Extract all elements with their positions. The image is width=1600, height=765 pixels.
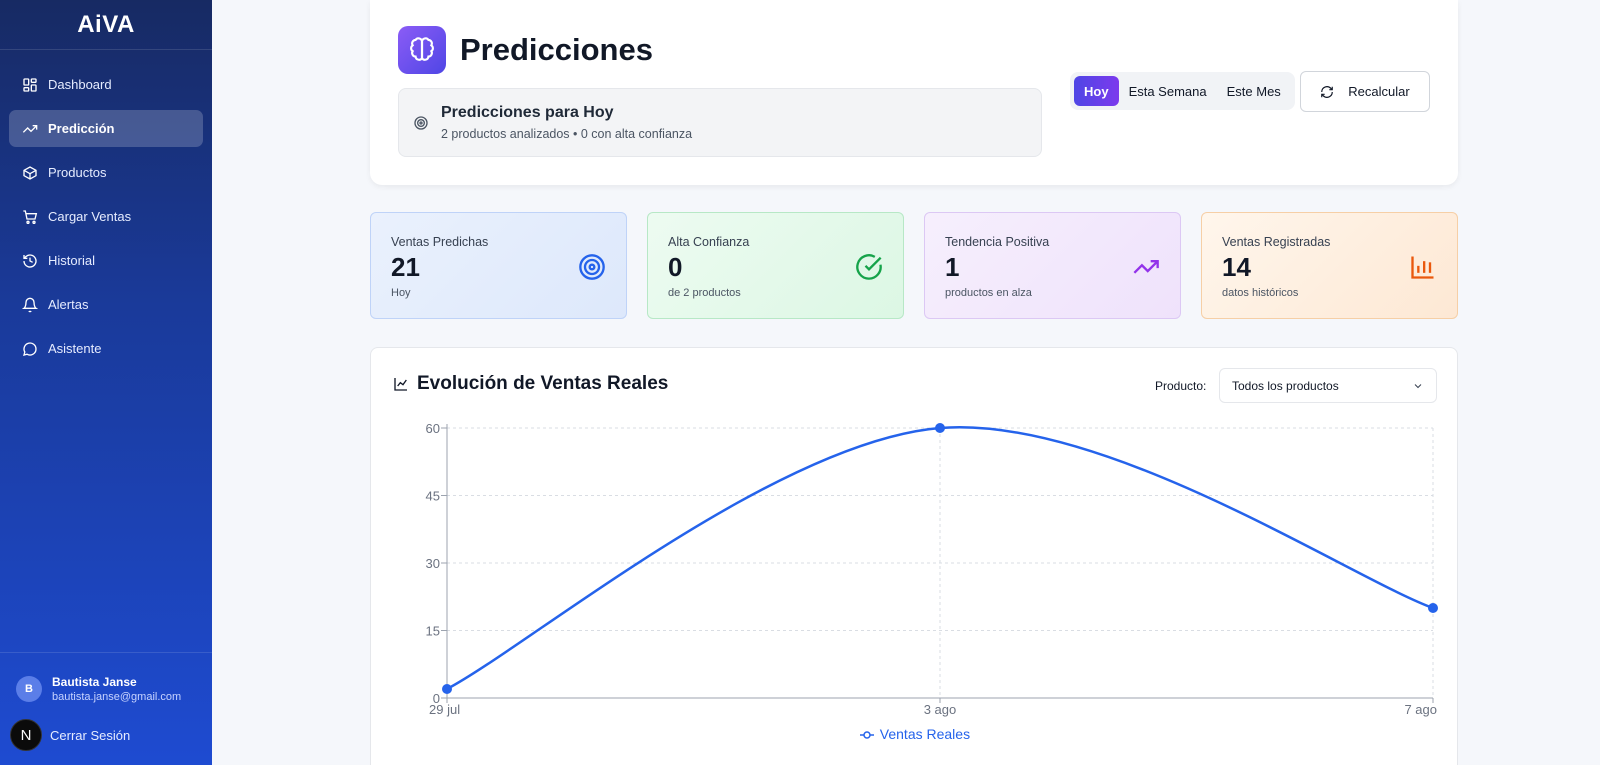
trending-up-icon (22, 124, 38, 133)
target-icon (414, 115, 428, 130)
stat-sub: productos en alza (945, 287, 1032, 299)
prediction-summary: Predicciones para Hoy 2 productos analiz… (398, 88, 1042, 157)
user-profile[interactable]: B Bautista Janse bautista.janse@gmail.co… (0, 673, 212, 705)
sidebar-item-asistente[interactable]: Asistente (9, 330, 203, 367)
sidebar-item-productos[interactable]: Productos (9, 154, 203, 191)
brain-icon (398, 26, 446, 74)
chart-legend[interactable]: Ventas Reales (371, 726, 1459, 742)
period-week-button[interactable]: Esta Semana (1119, 76, 1217, 106)
sidebar: AiVA Dashboard Predicción Productos Carg… (0, 0, 212, 765)
stat-label: Ventas Registradas (1222, 235, 1331, 249)
trending-up-icon (1133, 260, 1159, 274)
period-selector: Hoy Esta Semana Este Mes (1070, 72, 1295, 110)
stat-card-high-confidence: Alta Confianza 0 de 2 productos (647, 212, 904, 319)
x-tick-label: 29 jul (429, 702, 460, 717)
stat-value: 21 (391, 252, 420, 282)
sidebar-item-label: Dashboard (48, 77, 112, 92)
stat-label: Tendencia Positiva (945, 235, 1050, 249)
history-icon (23, 253, 37, 268)
product-select-value: Todos los productos (1232, 378, 1339, 393)
chevron-down-icon (1414, 383, 1422, 388)
y-tick-label: 60 (426, 421, 440, 436)
logout-button[interactable]: N Cerrar Sesión (0, 705, 212, 765)
summary-title: Predicciones para Hoy (441, 104, 614, 121)
user-email: bautista.janse@gmail.com (52, 691, 182, 703)
legend-line-icon (859, 731, 874, 740)
y-tick-label: 15 (426, 624, 440, 639)
refresh-icon (1321, 85, 1334, 98)
product-select[interactable]: Todos los productos (1219, 368, 1437, 403)
sidebar-item-alertas[interactable]: Alertas (9, 286, 203, 323)
stat-sub: datos históricos (1222, 287, 1299, 299)
header-card: Predicciones Predicciones para Hoy 2 pro… (370, 0, 1458, 185)
bell-icon (22, 297, 38, 312)
sidebar-footer: B Bautista Janse bautista.janse@gmail.co… (0, 652, 212, 765)
target-icon (579, 254, 605, 280)
data-point (1428, 603, 1438, 613)
sidebar-item-dashboard[interactable]: Dashboard (9, 66, 203, 103)
avatar: B (16, 676, 42, 702)
stat-label: Alta Confianza (668, 235, 750, 249)
stat-card-predicted-sales: Ventas Predichas 21 Hoy (370, 212, 627, 319)
page-title: Predicciones (460, 32, 653, 67)
stat-card-registered-sales: Ventas Registradas 14 datos históricos (1201, 212, 1458, 319)
y-tick-label: 30 (426, 556, 440, 571)
period-today-button[interactable]: Hoy (1074, 76, 1119, 106)
x-tick-label: 7 ago (1404, 702, 1437, 717)
user-name: Bautista Janse (52, 675, 137, 689)
cart-icon (23, 209, 38, 224)
sidebar-item-label: Productos (48, 165, 107, 180)
n-logo-icon: N (10, 719, 42, 751)
product-filter-label: Producto: (1155, 379, 1207, 393)
sidebar-nav: Dashboard Predicción Productos Cargar Ve… (0, 50, 212, 367)
sidebar-item-label: Predicción (48, 121, 115, 136)
stat-card-positive-trend: Tendencia Positiva 1 productos en alza (924, 212, 1181, 319)
line-chart-icon (394, 378, 407, 391)
logout-label: Cerrar Sesión (50, 727, 131, 743)
sidebar-item-label: Asistente (48, 341, 102, 356)
dashboard-icon (23, 77, 37, 92)
chart-title: Evolución de Ventas Reales (417, 373, 669, 394)
stat-value: 1 (945, 252, 960, 282)
sidebar-item-historial[interactable]: Historial (9, 242, 203, 279)
period-month-button[interactable]: Este Mes (1217, 76, 1291, 106)
stat-sub: Hoy (391, 287, 411, 299)
sales-line-chart: 01530456029 jul 3 ago 7 ago (426, 421, 1438, 717)
check-circle-icon (856, 254, 882, 280)
data-point (935, 423, 945, 433)
bar-chart-icon (1411, 256, 1434, 279)
chart-header: Evolución de Ventas Reales (393, 373, 668, 395)
legend-label: Ventas Reales (879, 726, 971, 742)
sidebar-item-prediccion[interactable]: Predicción (9, 110, 203, 147)
chart-card: Evolución de Ventas Reales Producto: Tod… (370, 347, 1458, 765)
sidebar-item-label: Historial (48, 253, 95, 268)
stat-sub: de 2 productos (668, 287, 741, 299)
chat-icon (23, 341, 37, 356)
brand-logo[interactable]: AiVA (0, 0, 212, 50)
data-point (442, 684, 452, 694)
sidebar-item-cargar-ventas[interactable]: Cargar Ventas (9, 198, 203, 235)
title-row: Predicciones (398, 26, 653, 74)
sidebar-item-label: Cargar Ventas (48, 209, 132, 224)
recalculate-button[interactable]: Recalcular (1300, 71, 1430, 112)
stat-value: 0 (668, 252, 683, 282)
y-tick-label: 45 (426, 489, 440, 504)
recalculate-label: Recalcular (1348, 84, 1410, 99)
stat-label: Ventas Predichas (391, 235, 489, 249)
x-tick-label: 3 ago (924, 702, 957, 717)
summary-subtitle: 2 productos analizados • 0 con alta conf… (441, 127, 693, 141)
box-icon (23, 165, 37, 180)
stat-value: 14 (1222, 252, 1251, 282)
sidebar-item-label: Alertas (48, 297, 89, 312)
